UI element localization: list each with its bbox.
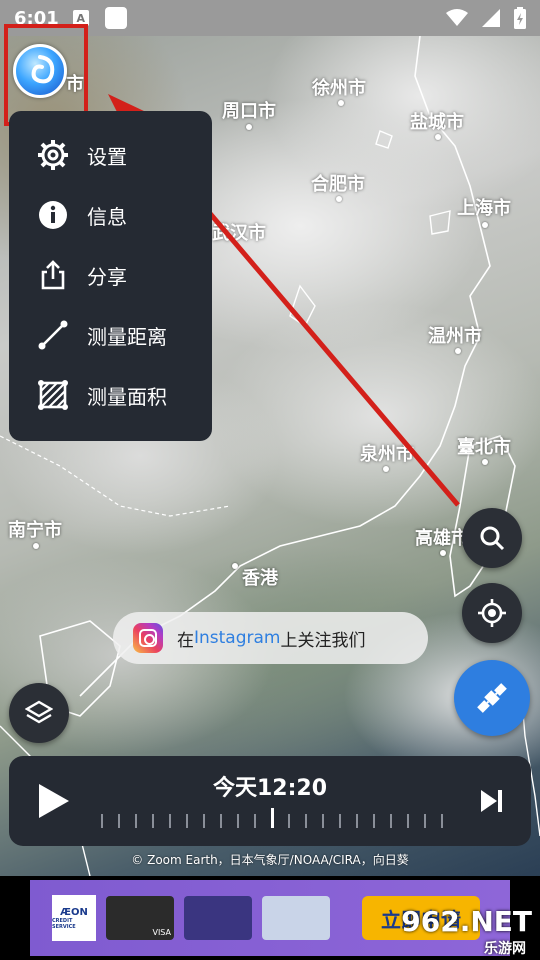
timeline-tick	[135, 814, 137, 828]
measure-distance-icon	[37, 319, 69, 351]
timeline-tick	[288, 814, 290, 828]
timeline-tick	[373, 814, 375, 828]
timeline-tick	[118, 814, 120, 828]
timeline-scrubber[interactable]	[101, 808, 443, 830]
menu-item-share[interactable]: 分享	[9, 245, 212, 305]
measure-area-icon	[37, 379, 69, 411]
layers-button[interactable]	[9, 683, 69, 743]
timeline-tick	[169, 814, 171, 828]
timeline-tick	[186, 814, 188, 828]
timeline-tick	[271, 808, 274, 828]
card-label: VISA	[152, 928, 171, 937]
menu-item-settings[interactable]: 设置	[9, 125, 212, 185]
menu-item-label: 设置	[87, 144, 127, 169]
timeline-tick	[339, 814, 341, 828]
share-icon	[37, 259, 69, 291]
timeline-tick	[152, 814, 154, 828]
map-attribution: © Zoom Earth，日本气象厅/NOAA/CIRA，向日葵	[131, 853, 409, 867]
instagram-follow-banner[interactable]: 在 Instagram 上关注我们	[113, 612, 428, 664]
layers-icon	[25, 700, 53, 724]
aeon-logo: ÆON CREDIT SERVICE	[52, 895, 96, 941]
menu-item-label: 测量面积	[87, 384, 167, 409]
instagram-brand: Instagram	[194, 628, 281, 648]
app-logo-button[interactable]	[13, 44, 67, 98]
aeon-logo-text: ÆON	[60, 906, 88, 918]
satellite-icon	[477, 683, 507, 713]
skip-forward-button[interactable]	[481, 790, 503, 816]
instagram-suffix: 上关注我们	[280, 630, 366, 651]
timeline-panel: 今天12:20	[9, 756, 531, 846]
timeline-tick	[254, 814, 256, 828]
skip-forward-icon	[481, 790, 502, 812]
info-icon	[37, 199, 69, 231]
gear-icon	[37, 139, 69, 171]
timeline-tick	[441, 814, 443, 828]
timeline-tick	[220, 814, 222, 828]
credit-card-image	[262, 896, 330, 940]
credit-card-image	[184, 896, 252, 940]
search-button[interactable]	[462, 508, 522, 568]
timeline-tick	[237, 814, 239, 828]
crosshair-icon	[478, 599, 506, 627]
instagram-icon	[133, 623, 163, 653]
menu-item-measure-distance[interactable]: 测量距离	[9, 305, 212, 365]
timeline-tick	[424, 814, 426, 828]
menu-item-measure-area[interactable]: 测量面积	[9, 365, 212, 425]
timeline-tick	[305, 814, 307, 828]
satellite-button[interactable]	[454, 660, 530, 736]
timeline-tick	[322, 814, 324, 828]
app-menu: 设置 信息 分享 测量距离 测量面积	[9, 111, 212, 441]
timeline-tick	[203, 814, 205, 828]
menu-item-info[interactable]: 信息	[9, 185, 212, 245]
menu-item-label: 信息	[87, 204, 127, 229]
timeline-tick	[407, 814, 409, 828]
watermark-sub: 乐游网	[484, 941, 526, 957]
search-icon	[480, 526, 505, 551]
instagram-prefix: 在	[177, 630, 194, 651]
timeline-time: 今天12:20	[212, 776, 328, 801]
menu-item-label: 测量距离	[87, 324, 167, 349]
aeon-logo-sub: CREDIT SERVICE	[52, 917, 76, 930]
timeline-tick	[356, 814, 358, 828]
credit-card-image: VISA	[106, 896, 174, 940]
menu-item-label: 分享	[87, 264, 127, 289]
watermark-logo: 962.NET	[401, 905, 532, 938]
swirl-icon	[31, 55, 55, 84]
locate-button[interactable]	[462, 583, 522, 643]
timeline-tick	[390, 814, 392, 828]
timeline-tick	[101, 814, 103, 828]
